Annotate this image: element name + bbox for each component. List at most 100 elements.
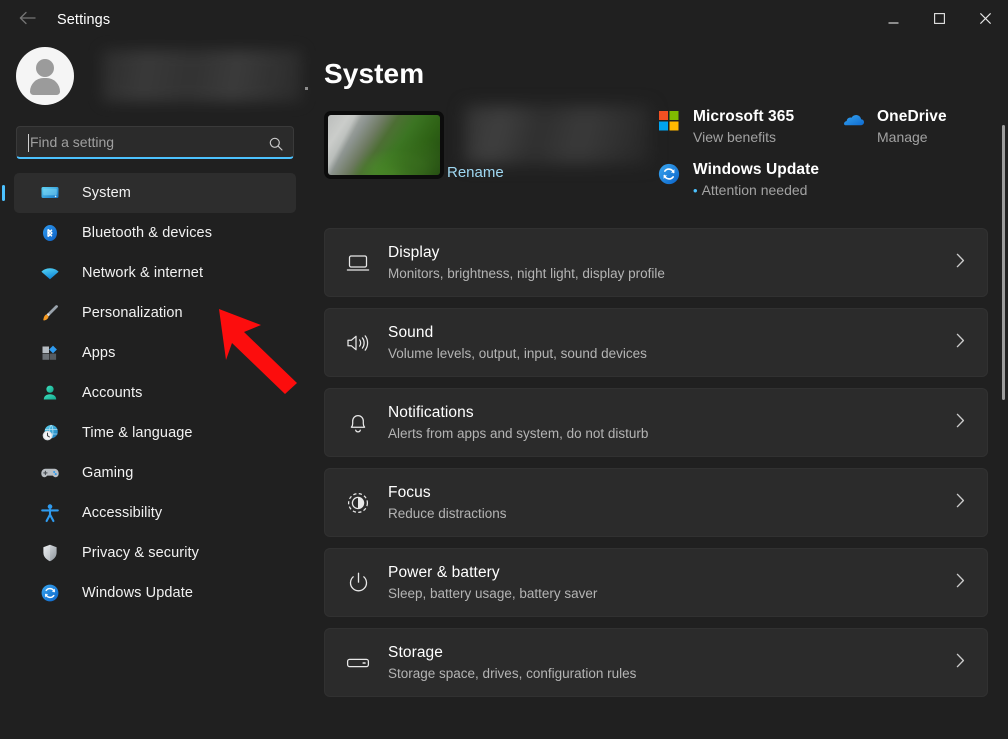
- gamepad-icon: [40, 463, 60, 483]
- onedrive-cloud-icon: [842, 110, 866, 134]
- avatar-body: [30, 78, 60, 95]
- settings-card-power-battery[interactable]: Power & battery Sleep, battery usage, ba…: [324, 548, 988, 617]
- settings-card-notifications[interactable]: Notifications Alerts from apps and syste…: [324, 388, 988, 457]
- window-controls: [870, 0, 1008, 40]
- sidebar-item-label: Gaming: [82, 465, 133, 481]
- search-icon[interactable]: [269, 127, 283, 160]
- service-title: Microsoft 365: [693, 108, 794, 126]
- sidebar-item-label: Network & internet: [82, 265, 203, 281]
- sidebar-item-label: Accounts: [82, 385, 142, 401]
- device-wallpaper-thumbnail: [324, 111, 444, 179]
- user-avatar-icon: [16, 47, 74, 105]
- service-microsoft-365[interactable]: Microsoft 365 View benefits: [658, 108, 842, 145]
- back-button[interactable]: [6, 4, 48, 36]
- chevron-right-icon: [956, 653, 965, 673]
- service-onedrive[interactable]: OneDrive Manage: [842, 108, 947, 145]
- close-button[interactable]: [962, 0, 1008, 40]
- card-subtitle: Storage space, drives, configuration rul…: [388, 666, 636, 681]
- card-title: Power & battery: [388, 564, 597, 582]
- service-text: Windows Update Attention needed: [693, 161, 819, 198]
- shield-icon: [40, 543, 60, 563]
- clock-globe-icon: [40, 423, 60, 443]
- sidebar-item-system[interactable]: System: [14, 173, 296, 213]
- sidebar-item-label: Windows Update: [82, 585, 193, 601]
- sidebar-item-network-internet[interactable]: Network & internet: [14, 253, 296, 293]
- bluetooth-icon: [40, 223, 60, 243]
- card-title: Storage: [388, 644, 636, 662]
- card-text: Power & battery Sleep, battery usage, ba…: [388, 564, 597, 601]
- sidebar-item-label: Bluetooth & devices: [82, 225, 212, 241]
- card-title: Sound: [388, 324, 647, 342]
- power-icon: [344, 569, 372, 597]
- account-name-dot: [305, 87, 308, 90]
- paintbrush-icon: [40, 303, 60, 323]
- windows-update-icon: [658, 163, 682, 187]
- service-subtitle[interactable]: View benefits: [693, 129, 794, 145]
- sidebar-item-privacy-security[interactable]: Privacy & security: [14, 533, 296, 573]
- accessibility-icon: [40, 503, 60, 523]
- sidebar-item-label: Personalization: [82, 305, 183, 321]
- title-bar: Settings: [0, 0, 1008, 40]
- main-content: System Rename: [310, 40, 1008, 739]
- wifi-icon: [40, 263, 60, 283]
- chevron-right-icon: [956, 493, 965, 513]
- settings-window: Settings: [0, 0, 1008, 739]
- sidebar-item-accounts[interactable]: Accounts: [14, 373, 296, 413]
- sidebar-item-label: Privacy & security: [82, 545, 199, 561]
- account-name-area: [102, 50, 302, 102]
- wallpaper-art: [328, 115, 440, 175]
- service-subtitle[interactable]: Manage: [877, 129, 947, 145]
- back-arrow-icon: [19, 11, 36, 30]
- chevron-right-icon: [956, 333, 965, 353]
- navigation-list: System Bluetooth & devices: [0, 173, 310, 613]
- card-subtitle: Alerts from apps and system, do not dist…: [388, 426, 648, 441]
- sidebar: Find a setting: [0, 40, 310, 739]
- search-input[interactable]: Find a setting: [16, 126, 294, 159]
- minimize-button[interactable]: [870, 0, 916, 40]
- sidebar-item-personalization[interactable]: Personalization: [14, 293, 296, 333]
- card-text: Focus Reduce distractions: [388, 484, 507, 521]
- maximize-icon: [934, 11, 945, 29]
- vertical-scrollbar[interactable]: [1002, 125, 1005, 400]
- account-header[interactable]: [0, 40, 310, 112]
- sidebar-item-label: System: [82, 185, 131, 201]
- sidebar-item-gaming[interactable]: Gaming: [14, 453, 296, 493]
- sidebar-item-bluetooth-devices[interactable]: Bluetooth & devices: [14, 213, 296, 253]
- card-text: Sound Volume levels, output, input, soun…: [388, 324, 647, 361]
- service-status: Attention needed: [693, 182, 819, 198]
- service-title: Windows Update: [693, 161, 819, 179]
- maximize-button[interactable]: [916, 0, 962, 40]
- settings-cards-list: Display Monitors, brightness, night ligh…: [310, 228, 1008, 697]
- card-text: Notifications Alerts from apps and syste…: [388, 404, 648, 441]
- sidebar-item-apps[interactable]: Apps: [14, 333, 296, 373]
- card-subtitle: Reduce distractions: [388, 506, 507, 521]
- update-icon: [40, 583, 60, 603]
- monitor-icon: [40, 183, 60, 203]
- card-text: Storage Storage space, drives, configura…: [388, 644, 636, 681]
- settings-card-storage[interactable]: Storage Storage space, drives, configura…: [324, 628, 988, 697]
- sidebar-item-label: Time & language: [82, 425, 193, 441]
- sound-speaker-icon: [344, 329, 372, 357]
- rename-link[interactable]: Rename: [447, 164, 504, 181]
- search-placeholder: Find a setting: [30, 134, 114, 150]
- sidebar-item-accessibility[interactable]: Accessibility: [14, 493, 296, 533]
- microsoft-logo-icon: [658, 110, 682, 134]
- settings-card-display[interactable]: Display Monitors, brightness, night ligh…: [324, 228, 988, 297]
- sidebar-item-windows-update[interactable]: Windows Update: [14, 573, 296, 613]
- card-title: Focus: [388, 484, 507, 502]
- sidebar-item-time-language[interactable]: Time & language: [14, 413, 296, 453]
- display-monitor-icon: [344, 249, 372, 277]
- card-subtitle: Monitors, brightness, night light, displ…: [388, 266, 665, 281]
- service-title: OneDrive: [877, 108, 947, 126]
- sidebar-item-label: Apps: [82, 345, 115, 361]
- card-subtitle: Volume levels, output, input, sound devi…: [388, 346, 647, 361]
- service-windows-update[interactable]: Windows Update Attention needed: [658, 161, 998, 198]
- card-title: Display: [388, 244, 665, 262]
- service-text: Microsoft 365 View benefits: [693, 108, 794, 145]
- services-panel: Microsoft 365 View benefits: [658, 108, 998, 198]
- apps-icon: [40, 343, 60, 363]
- close-icon: [980, 11, 991, 29]
- settings-card-focus[interactable]: Focus Reduce distractions: [324, 468, 988, 537]
- settings-card-sound[interactable]: Sound Volume levels, output, input, soun…: [324, 308, 988, 377]
- person-icon: [40, 383, 60, 403]
